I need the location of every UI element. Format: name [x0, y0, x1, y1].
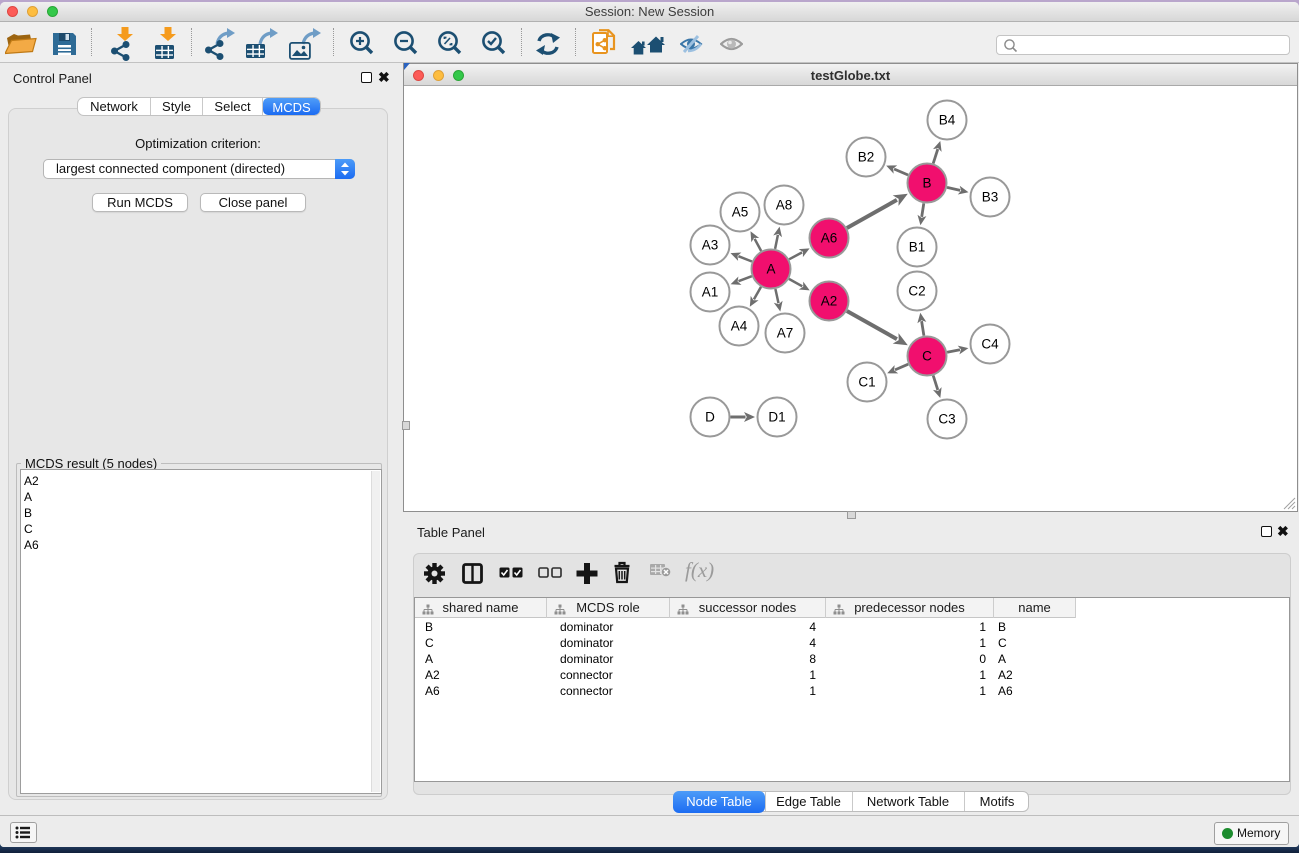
svg-text:B: B	[922, 176, 931, 191]
svg-text:C3: C3	[938, 412, 955, 427]
svg-text:C: C	[922, 349, 932, 364]
svg-text:C1: C1	[858, 375, 875, 390]
svg-text:B1: B1	[909, 240, 926, 255]
svg-text:D: D	[705, 410, 715, 425]
svg-text:A8: A8	[776, 198, 793, 213]
svg-text:D1: D1	[768, 410, 785, 425]
svg-text:A5: A5	[732, 205, 749, 220]
svg-text:B3: B3	[982, 190, 999, 205]
svg-text:A6: A6	[821, 231, 838, 246]
svg-text:A4: A4	[731, 319, 748, 334]
svg-text:C4: C4	[981, 337, 999, 352]
svg-text:A7: A7	[777, 326, 794, 341]
svg-text:A2: A2	[821, 294, 838, 309]
svg-text:C2: C2	[908, 284, 925, 299]
svg-text:B2: B2	[858, 150, 875, 165]
svg-text:A1: A1	[702, 285, 719, 300]
svg-text:A3: A3	[702, 238, 719, 253]
svg-text:B4: B4	[939, 113, 956, 128]
svg-text:A: A	[766, 262, 775, 277]
